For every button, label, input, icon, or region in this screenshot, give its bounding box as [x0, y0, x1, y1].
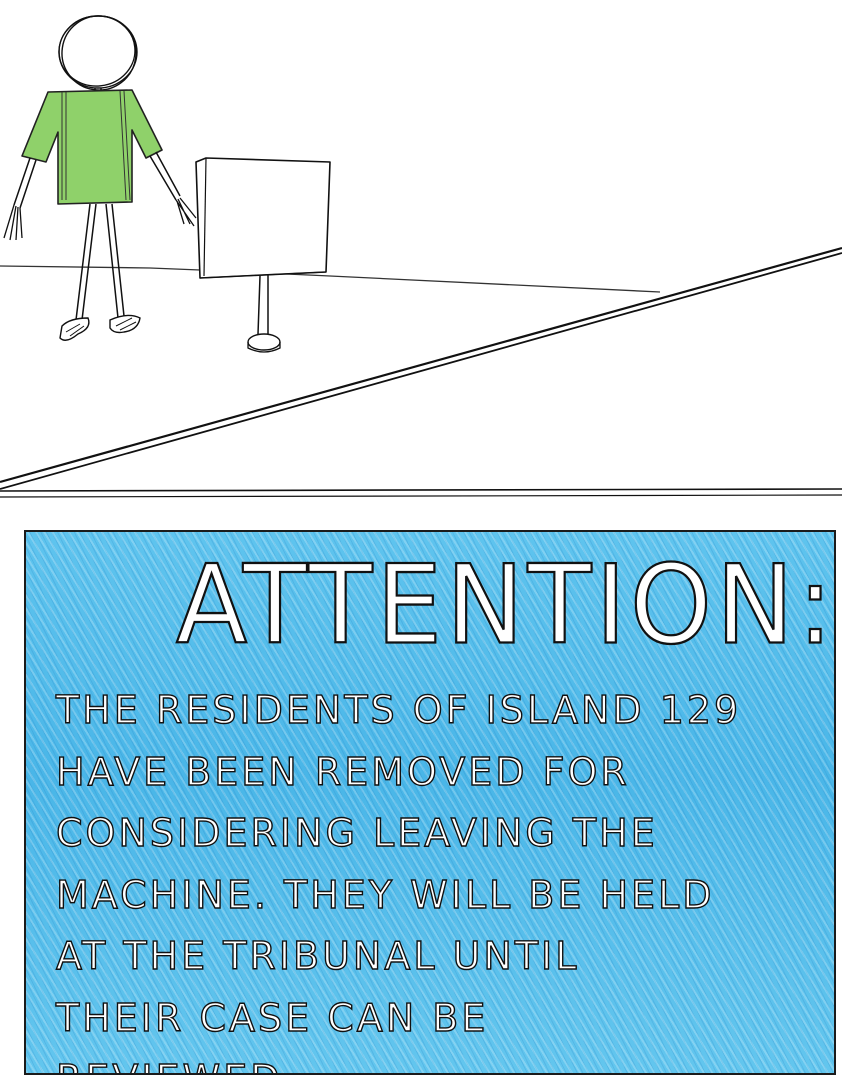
- notice-line: CONSIDERING LEAVING THE: [55, 810, 658, 855]
- right-shoe: [109, 314, 141, 334]
- stick-figure: [3, 15, 197, 341]
- notice-line: MACHINE. THEY WILL BE HELD: [55, 872, 715, 917]
- comic-panel-top: [0, 0, 842, 500]
- notice-line: REVIEWED.: [55, 1049, 796, 1073]
- notice-line: THEIR CASE CAN BE: [55, 995, 489, 1040]
- horizon-line: [0, 265, 661, 293]
- notice-line: HAVE BEEN REMOVED FOR: [55, 749, 630, 794]
- left-shoe: [59, 317, 90, 341]
- sign-base: [247, 333, 281, 351]
- green-shirt: [21, 89, 163, 205]
- sign-pole: [257, 275, 269, 335]
- panel-bottom-border: [0, 488, 842, 492]
- sign-stand: [195, 157, 331, 353]
- sign-board: [195, 157, 331, 279]
- notice-body: THE RESIDENTS OF ISLAND 129 HAVE BEEN RE…: [55, 680, 796, 1073]
- panel-diagonal-border: [0, 246, 842, 484]
- notice-line: AT THE TRIBUNAL UNTIL: [55, 933, 580, 978]
- attention-notice-panel: ATTENTION: THE RESIDENTS OF ISLAND 129 H…: [24, 530, 836, 1075]
- notice-line: THE RESIDENTS OF ISLAND 129: [55, 687, 742, 732]
- head-sketch: [58, 15, 138, 91]
- notice-title: ATTENTION:: [175, 540, 836, 669]
